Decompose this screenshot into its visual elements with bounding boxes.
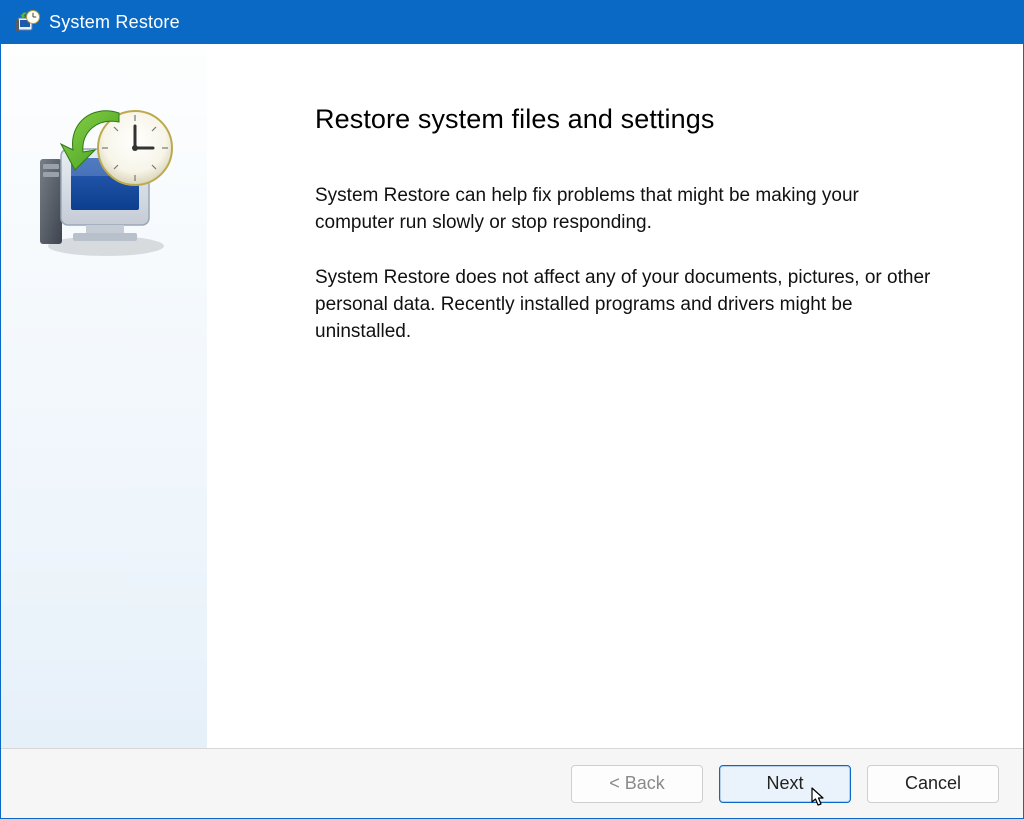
back-button: < Back (571, 765, 703, 803)
window-title: System Restore (49, 12, 995, 33)
system-restore-window: System Restore (0, 0, 1024, 819)
page-title: Restore system files and settings (315, 104, 975, 135)
system-restore-illustration-icon (31, 104, 181, 264)
titlebar: System Restore (1, 1, 1023, 44)
cancel-button[interactable]: Cancel (867, 765, 999, 803)
next-button[interactable]: Next (719, 765, 851, 803)
next-button-label: Next (766, 773, 803, 794)
intro-paragraph-2: System Restore does not affect any of yo… (315, 265, 935, 346)
wizard-body: Restore system files and settings System… (1, 44, 1023, 748)
intro-paragraph-1: System Restore can help fix problems tha… (315, 183, 935, 237)
close-icon[interactable] (995, 11, 1015, 35)
side-panel (1, 44, 207, 748)
cursor-pointer-icon (810, 787, 828, 809)
content-panel: Restore system files and settings System… (207, 44, 1023, 748)
system-restore-icon (13, 9, 41, 37)
wizard-footer: < Back Next Cancel (1, 748, 1023, 818)
